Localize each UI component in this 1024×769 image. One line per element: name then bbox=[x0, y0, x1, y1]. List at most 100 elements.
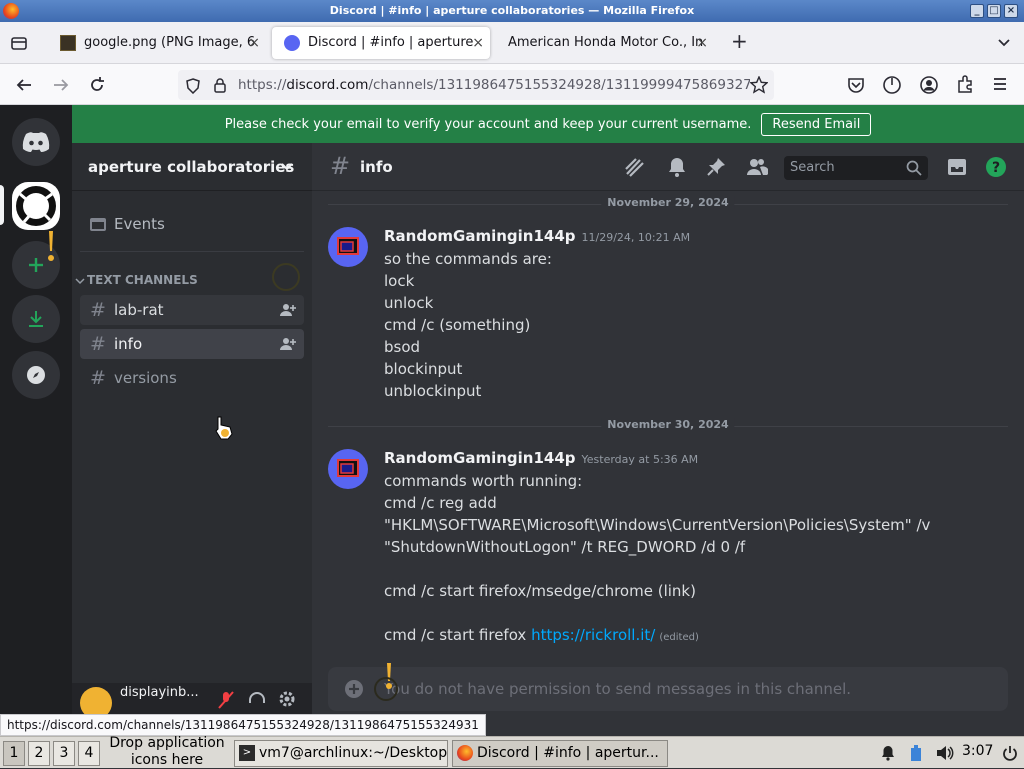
pin-icon[interactable] bbox=[705, 156, 727, 178]
loading-spinner-icon bbox=[272, 263, 300, 291]
bookmark-star-icon[interactable] bbox=[750, 76, 768, 94]
maximize-button[interactable]: □ bbox=[987, 4, 1001, 18]
network-icon[interactable] bbox=[908, 744, 924, 762]
busy-cursor-icon bbox=[370, 661, 400, 703]
message-line bbox=[384, 558, 984, 580]
tab-close-button[interactable]: × bbox=[472, 27, 484, 59]
tab-overview-icon[interactable] bbox=[10, 34, 28, 52]
composer-placeholder: You do not have permission to send messa… bbox=[384, 680, 852, 698]
message-content: so the commands are: lock unlock cmd /c … bbox=[384, 248, 984, 402]
link-status-url: https://discord.com/channels/13119864751… bbox=[0, 714, 486, 736]
forward-arrow-icon[interactable] bbox=[52, 76, 70, 94]
chevron-down-icon bbox=[75, 276, 85, 286]
user-name[interactable]: displayinb... bbox=[120, 685, 199, 700]
account-icon[interactable] bbox=[919, 75, 939, 95]
back-arrow-icon[interactable] bbox=[15, 76, 33, 94]
volume-icon[interactable] bbox=[936, 745, 954, 761]
create-invite-icon[interactable] bbox=[280, 337, 296, 351]
threads-icon[interactable] bbox=[624, 156, 646, 178]
channel-name: info bbox=[114, 335, 143, 353]
workspace-3-button[interactable]: 3 bbox=[53, 741, 75, 766]
avatar[interactable] bbox=[328, 449, 368, 489]
date-divider: November 30, 2024 bbox=[328, 418, 1008, 431]
url-bar[interactable]: https://discord.com/channels/13119864751… bbox=[178, 70, 774, 100]
message-content: commands worth running: cmd /c reg add "… bbox=[384, 470, 984, 649]
notification-bell-icon[interactable] bbox=[880, 745, 896, 761]
extensions-icon[interactable] bbox=[956, 75, 974, 93]
search-input[interactable]: Search bbox=[784, 156, 928, 180]
tab-discord[interactable]: Discord | #info | aperture × bbox=[272, 27, 490, 59]
message-timestamp: Yesterday at 5:36 AM bbox=[581, 453, 699, 466]
author-name[interactable]: RandomGamingin144p bbox=[384, 449, 576, 467]
channel-info[interactable]: # info bbox=[80, 329, 304, 359]
message-line: lock bbox=[384, 272, 415, 290]
tab-honda[interactable]: American Honda Motor Co., In × bbox=[496, 27, 714, 59]
author-name[interactable]: RandomGamingin144p bbox=[384, 227, 576, 245]
tab-google-png[interactable]: google.png (PNG Image, 6 × bbox=[48, 27, 266, 59]
gear-icon[interactable] bbox=[278, 690, 296, 708]
events-item[interactable]: Events bbox=[80, 209, 304, 239]
member-list-icon[interactable] bbox=[746, 156, 768, 178]
date-divider: November 29, 2024 bbox=[328, 196, 1008, 209]
list-tabs-icon[interactable] bbox=[996, 34, 1012, 50]
download-apps-icon[interactable] bbox=[12, 295, 60, 343]
url-host: discord.com bbox=[286, 77, 369, 93]
workspace-4-button[interactable]: 4 bbox=[78, 741, 100, 766]
notification-bell-icon[interactable] bbox=[666, 156, 688, 178]
menu-hamburger-icon[interactable] bbox=[992, 76, 1008, 92]
edited-tag: (edited) bbox=[659, 632, 699, 643]
tab-label: google.png (PNG Image, 6 bbox=[84, 35, 256, 50]
close-window-button[interactable]: × bbox=[1004, 4, 1018, 18]
create-invite-icon[interactable] bbox=[280, 303, 296, 317]
minimize-button[interactable]: _ bbox=[970, 4, 984, 18]
avatar[interactable] bbox=[328, 227, 368, 267]
taskbar-terminal[interactable]: > vm7@archlinux:~/Desktop bbox=[234, 740, 448, 767]
message-line: blockinput bbox=[384, 360, 463, 378]
inbox-icon[interactable] bbox=[946, 156, 968, 178]
timer-extension-icon[interactable] bbox=[882, 75, 902, 95]
channel-title: info bbox=[360, 158, 393, 176]
message-link[interactable]: https://rickroll.it/ bbox=[531, 626, 655, 644]
channel-versions[interactable]: # versions bbox=[80, 363, 304, 393]
explore-compass-icon[interactable] bbox=[12, 351, 60, 399]
add-attachment-icon bbox=[344, 679, 364, 699]
lock-icon[interactable] bbox=[213, 77, 227, 93]
tab-close-button[interactable]: × bbox=[248, 27, 260, 59]
message-line: unblockinput bbox=[384, 382, 482, 400]
message-author[interactable]: RandomGamingin144p 11/29/24, 10:21 AM bbox=[384, 227, 690, 245]
channel-lab-rat[interactable]: # lab-rat bbox=[80, 295, 304, 325]
guild-header[interactable]: aperture collaboratories bbox=[72, 143, 312, 191]
date-divider-label: November 30, 2024 bbox=[601, 418, 735, 431]
help-icon[interactable]: ? bbox=[985, 156, 1007, 178]
workspace-1-button[interactable]: 1 bbox=[3, 741, 25, 766]
server-aperture-icon[interactable] bbox=[12, 182, 60, 230]
shield-icon[interactable] bbox=[186, 78, 200, 94]
resend-email-button[interactable]: Resend Email bbox=[761, 112, 872, 136]
message-author[interactable]: RandomGamingin144p Yesterday at 5:36 AM bbox=[384, 449, 698, 467]
reload-icon[interactable] bbox=[88, 76, 106, 94]
verify-email-banner: Please check your email to verify your a… bbox=[72, 105, 1024, 143]
hash-icon: # bbox=[90, 299, 106, 321]
message-line: "ShutdownWithoutLogon" /t REG_DWORD /d 0… bbox=[384, 538, 746, 556]
banner-text: Please check your email to verify your a… bbox=[224, 116, 752, 132]
discord-home-icon[interactable] bbox=[12, 118, 60, 166]
user-panel: displayinb... bbox=[72, 683, 312, 719]
mic-muted-icon[interactable] bbox=[218, 691, 234, 709]
workspace-2-button[interactable]: 2 bbox=[28, 741, 50, 766]
clock: 3:07 bbox=[962, 743, 994, 759]
search-placeholder: Search bbox=[790, 160, 835, 175]
pocket-icon[interactable] bbox=[847, 76, 865, 94]
message-line: "HKLM\SOFTWARE\Microsoft\Windows\Current… bbox=[384, 516, 931, 534]
category-text-channels[interactable]: TEXT CHANNELS bbox=[75, 273, 198, 287]
new-tab-button[interactable]: + bbox=[731, 29, 748, 53]
active-server-pill bbox=[0, 185, 4, 225]
power-icon[interactable] bbox=[1002, 745, 1018, 761]
message-line bbox=[384, 602, 984, 624]
task-label: vm7@archlinux:~/Desktop bbox=[259, 745, 448, 761]
headphones-icon[interactable] bbox=[248, 691, 266, 709]
taskbar-firefox[interactable]: Discord | #info | apertur... bbox=[452, 740, 668, 767]
task-label: Discord | #info | apertur... bbox=[477, 745, 659, 761]
tab-close-button[interactable]: × bbox=[696, 27, 708, 59]
terminal-icon: > bbox=[239, 745, 255, 761]
firefox-icon bbox=[457, 745, 473, 761]
